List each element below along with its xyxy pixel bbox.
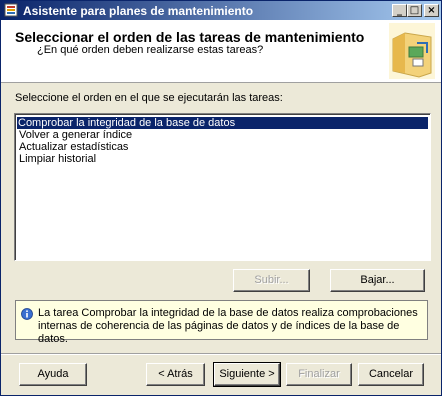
- list-item[interactable]: Volver a generar índice: [18, 129, 133, 141]
- task-order-list[interactable]: Comprobar la integridad de la base de da…: [14, 113, 431, 261]
- maximize-button[interactable]: □: [407, 4, 422, 17]
- task-description: La tarea Comprobar la integridad de la b…: [38, 307, 418, 345]
- minimize-icon: _: [397, 5, 402, 16]
- maintenance-plan-icon: [4, 3, 18, 17]
- back-button[interactable]: < Atrás: [146, 363, 205, 386]
- page-subtitle: ¿En qué orden deben realizarse estas tar…: [37, 44, 264, 56]
- next-button[interactable]: Siguiente >: [213, 362, 281, 387]
- maximize-icon: □: [409, 5, 420, 16]
- footer-separator: [1, 353, 441, 355]
- list-item[interactable]: Comprobar la integridad de la base de da…: [17, 117, 428, 129]
- task-description-box: La tarea Comprobar la integridad de la b…: [15, 300, 428, 345]
- list-item[interactable]: Actualizar estadísticas: [18, 141, 129, 153]
- wizard-window: Asistente para planes de mantenimiento _…: [0, 0, 442, 396]
- wizard-folder-icon: [389, 23, 435, 79]
- instruction-label: Seleccione el orden en el que se ejecuta…: [15, 92, 283, 104]
- move-down-button[interactable]: Bajar...: [330, 269, 425, 292]
- minimize-button[interactable]: _: [392, 4, 407, 17]
- cancel-button[interactable]: Cancelar: [358, 363, 424, 386]
- info-icon: [21, 308, 33, 320]
- window-title: Asistente para planes de mantenimiento: [23, 4, 254, 18]
- close-icon: ×: [427, 5, 436, 16]
- move-up-button[interactable]: Subir...: [233, 269, 310, 292]
- help-button[interactable]: Ayuda: [19, 363, 87, 386]
- close-button[interactable]: ×: [424, 4, 439, 17]
- wizard-header: Seleccionar el orden de las tareas de ma…: [1, 20, 441, 83]
- page-title: Seleccionar el orden de las tareas de ma…: [15, 29, 365, 45]
- finish-button[interactable]: Finalizar: [286, 363, 352, 386]
- title-bar[interactable]: Asistente para planes de mantenimiento _…: [1, 1, 441, 20]
- list-item[interactable]: Limpiar historial: [18, 153, 97, 165]
